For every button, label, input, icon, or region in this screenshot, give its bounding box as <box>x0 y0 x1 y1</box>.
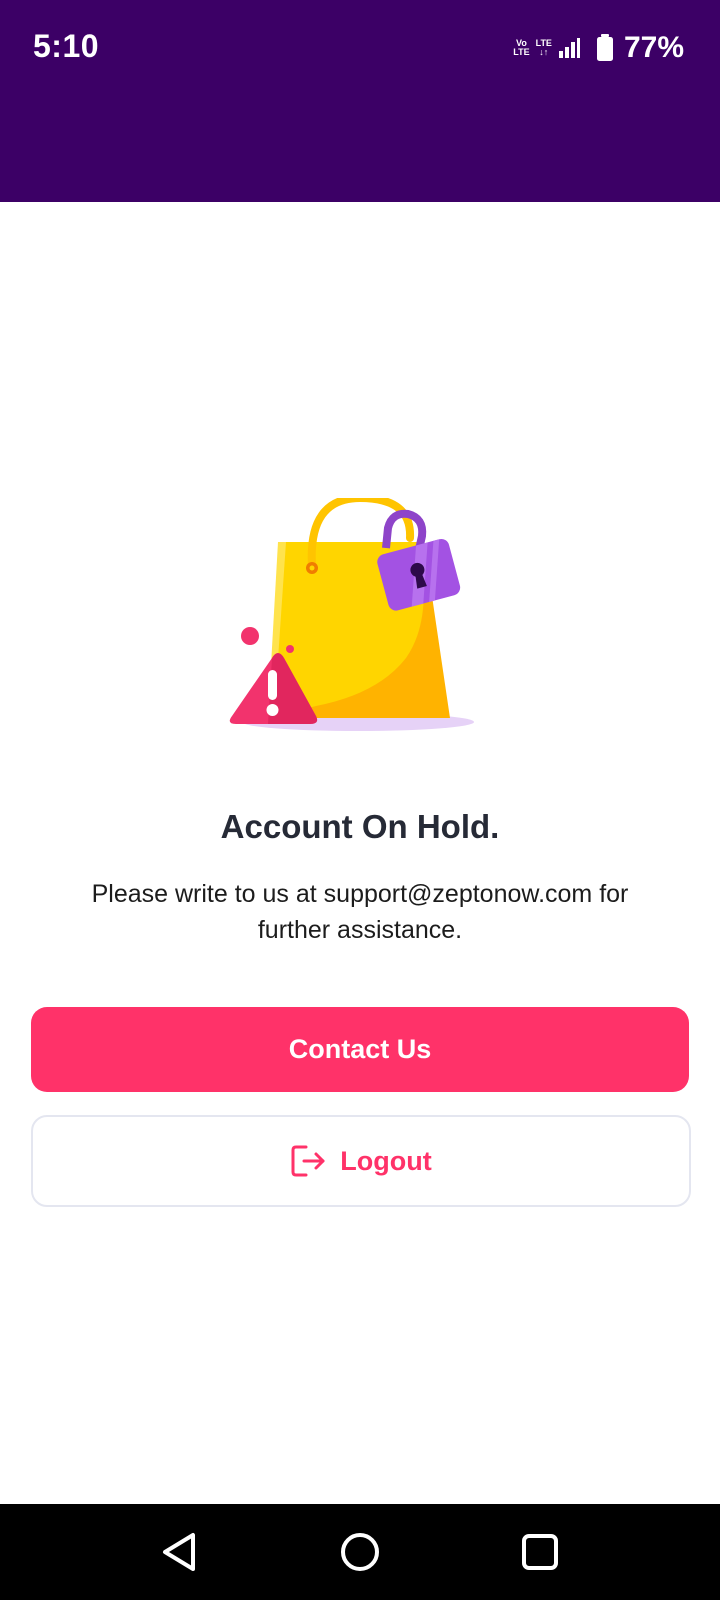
contact-us-button[interactable]: Contact Us <box>31 1007 689 1092</box>
system-nav-bar <box>0 1504 720 1600</box>
contact-us-label: Contact Us <box>288 1034 432 1064</box>
home-circle-icon <box>341 1533 379 1571</box>
volte-icon: Vo LTE <box>513 38 530 57</box>
nav-home-button[interactable] <box>336 1528 384 1576</box>
battery-icon <box>596 34 613 61</box>
support-message: Please write to us at support@zeptonow.c… <box>91 880 629 944</box>
logout-icon <box>291 1145 325 1177</box>
logout-button[interactable]: Logout <box>31 1115 691 1207</box>
header-bar: 5:10 Vo LTE LTE ↓↑ 77% <box>0 0 720 202</box>
logout-label: Logout <box>340 1145 432 1176</box>
app-screen: 5:10 Vo LTE LTE ↓↑ 77% Account On Hold. … <box>0 0 720 1600</box>
status-time: 5:10 <box>33 28 100 64</box>
nav-recents-button[interactable] <box>516 1528 564 1576</box>
page-title: Account On Hold. <box>220 808 500 845</box>
lte-icon: LTE ↓↑ <box>535 38 552 57</box>
back-triangle-icon <box>163 1533 195 1571</box>
locked-bag-illustration <box>228 493 488 750</box>
battery-percent: 77% <box>623 31 684 64</box>
recents-square-icon <box>522 1534 558 1570</box>
signal-icon <box>558 38 580 58</box>
status-icons: Vo LTE LTE ↓↑ 77% <box>513 28 684 68</box>
nav-back-button[interactable] <box>155 1528 203 1576</box>
